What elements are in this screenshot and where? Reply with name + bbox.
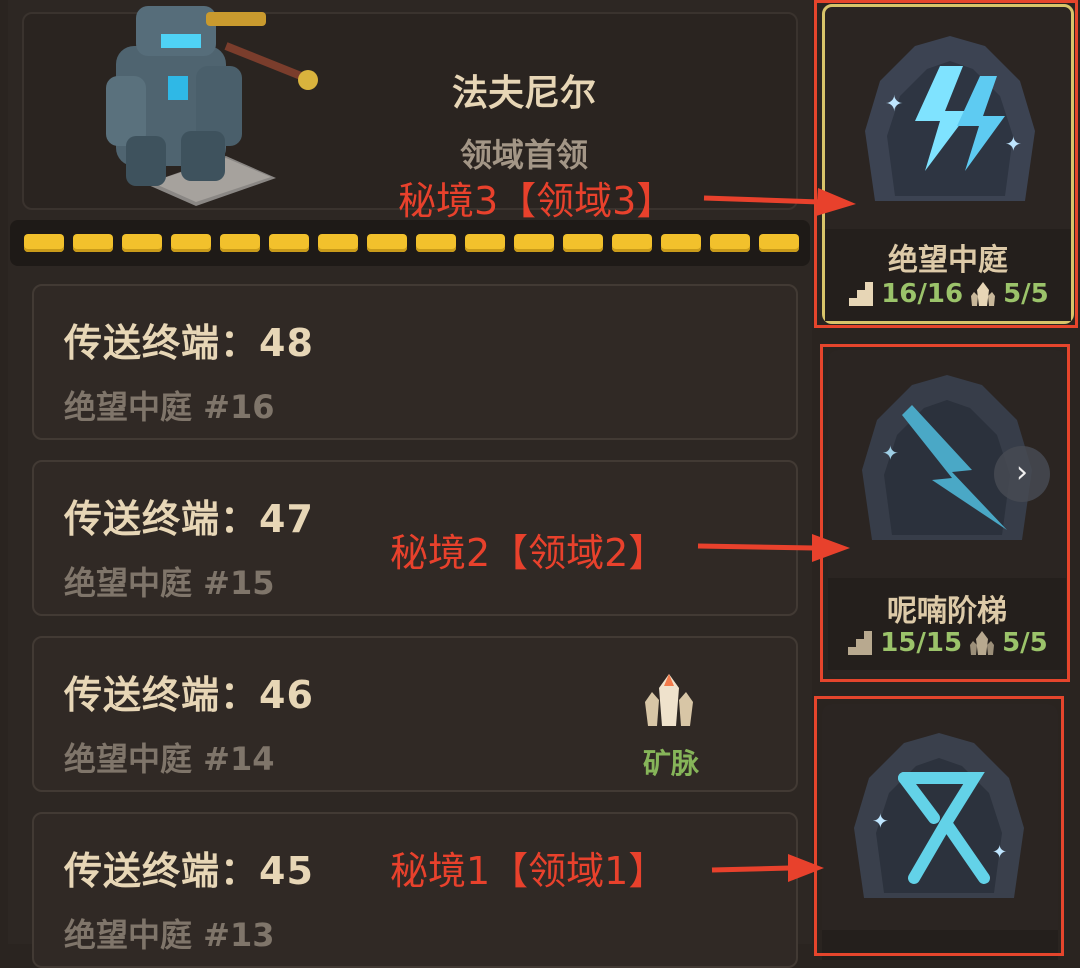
terminal-subtitle: 绝望中庭 #13 <box>64 916 275 954</box>
progress-segment <box>612 234 652 252</box>
progress-segment <box>73 234 113 252</box>
arrow-icon <box>711 854 824 882</box>
progress-segment <box>465 234 505 252</box>
arrow-icon <box>697 534 850 562</box>
terminal-card[interactable]: 传送终端：48 绝望中庭 #16 <box>32 284 798 440</box>
annotation-box-realm3 <box>814 0 1078 328</box>
progress-segment <box>759 234 799 252</box>
arrow-icon <box>703 188 856 216</box>
annotation-box-realm2 <box>820 344 1070 682</box>
progress-segment <box>122 234 162 252</box>
terminal-title: 传送终端：48 <box>64 321 314 365</box>
progress-segment <box>514 234 554 252</box>
floor-progress-bar <box>10 220 810 266</box>
terminal-subtitle: 绝望中庭 #15 <box>64 564 275 602</box>
progress-segment <box>563 234 603 252</box>
terminal-title: 传送终端：46 <box>64 673 314 717</box>
boss-portrait-icon <box>106 6 318 206</box>
annotation-realm2: 秘境2【领域2】 <box>390 531 667 575</box>
terminal-card[interactable]: 传送终端：46 绝望中庭 #14 矿脉 <box>32 636 798 792</box>
terminal-title: 传送终端：45 <box>64 849 314 893</box>
progress-segment <box>416 234 456 252</box>
progress-segment <box>710 234 750 252</box>
progress-segment <box>220 234 260 252</box>
terminal-subtitle: 绝望中庭 #14 <box>64 740 275 778</box>
crystal-icon <box>645 674 693 726</box>
annotation-box-realm1 <box>814 696 1064 956</box>
progress-segment <box>171 234 211 252</box>
progress-segment <box>661 234 701 252</box>
annotation-realm1: 秘境1【领域1】 <box>390 849 667 893</box>
progress-segment <box>24 234 64 252</box>
next-page-button[interactable]: › <box>994 446 1050 502</box>
annotation-realm3: 秘境3【领域3】 <box>398 179 675 223</box>
progress-segment <box>367 234 407 252</box>
progress-segment <box>269 234 309 252</box>
terminal-title: 传送终端：47 <box>64 497 314 541</box>
terminal-subtitle: 绝望中庭 #16 <box>64 388 275 426</box>
mine-label: 矿脉 <box>642 747 699 780</box>
boss-name: 法夫尼尔 <box>451 73 596 114</box>
progress-segment <box>318 234 358 252</box>
